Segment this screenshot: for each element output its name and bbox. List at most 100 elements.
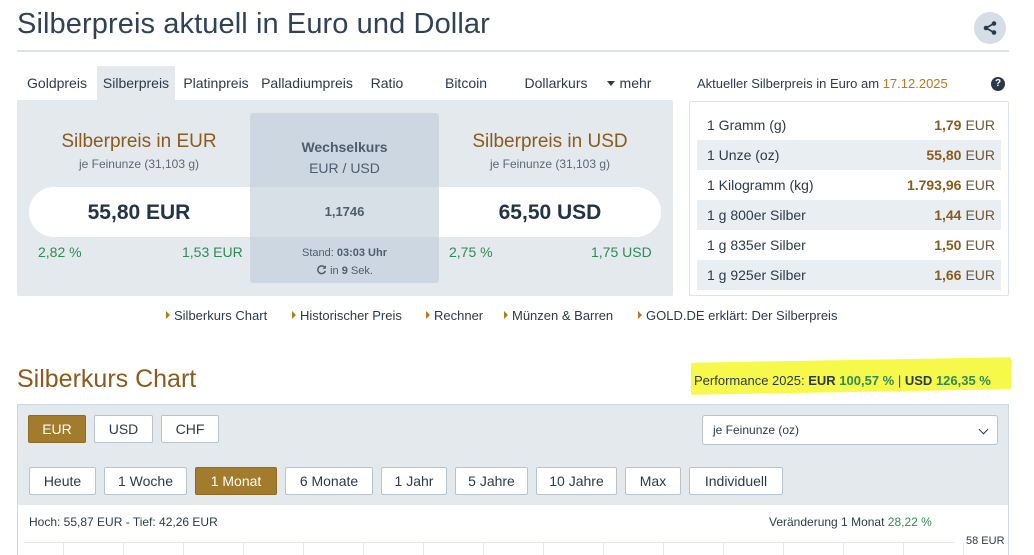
page-title: Silberpreis aktuell in Euro und Dollar xyxy=(17,8,490,40)
fx-stand-label: Stand: xyxy=(301,247,334,259)
row-currency: EUR xyxy=(965,237,995,253)
fx-stand-time: 03:03 Uhr xyxy=(336,247,387,259)
tab-mehr-label: mehr xyxy=(619,75,652,91)
link-label: GOLD.DE erklärt: Der Silberpreis xyxy=(646,308,838,323)
grid-line xyxy=(483,543,484,555)
range-button-1-woche[interactable]: 1 Woche xyxy=(104,467,187,495)
grid-line xyxy=(843,543,844,555)
metal-tabs: Goldpreis Silberpreis Platinpreis Pallad… xyxy=(17,66,661,100)
fx-rate: 1,1746 xyxy=(324,204,365,219)
currency-button-eur[interactable]: EUR xyxy=(28,415,86,443)
grid-line xyxy=(543,543,544,555)
tab-bitcoin[interactable]: Bitcoin xyxy=(417,66,515,100)
tab-ratio[interactable]: Ratio xyxy=(357,66,417,100)
table-row: 1 Unze (oz) 55,80 EUR xyxy=(697,140,1001,170)
row-currency: EUR xyxy=(965,267,995,283)
perf-eur-label: EUR xyxy=(808,373,836,388)
side-heading-text: Aktueller Silberpreis in Euro am xyxy=(697,76,880,91)
change-month-value: 28,22 % xyxy=(887,515,932,529)
perf-label: Performance 2025: xyxy=(694,373,805,388)
caret-down-icon xyxy=(606,81,615,86)
range-button-heute[interactable]: Heute xyxy=(29,467,96,495)
y-axis-tick: 58 EUR xyxy=(966,535,1005,547)
grid-line xyxy=(663,543,664,555)
row-label: 1 g 800er Silber xyxy=(707,207,806,223)
unit-select-value: je Feinunze (oz) xyxy=(713,423,800,437)
row-value: 1,66 xyxy=(934,267,962,283)
help-icon[interactable]: ? xyxy=(991,77,1005,91)
range-button-1-monat[interactable]: 1 Monat xyxy=(195,467,277,495)
row-currency: EUR xyxy=(965,177,995,193)
link-rechner[interactable]: Rechner xyxy=(426,308,483,323)
chart-title: Silberkurs Chart xyxy=(17,365,197,393)
fx-refresh-seconds: 9 xyxy=(341,265,348,277)
link-historischer-preis[interactable]: Historischer Preis xyxy=(292,308,402,323)
usd-price: 65,50 USD xyxy=(498,201,602,224)
link-muenzen-barren[interactable]: Münzen & Barren xyxy=(504,308,613,323)
row-currency: EUR xyxy=(965,147,995,163)
chart-panel: EUR USD CHF je Feinunze (oz) Heute 1 Woc… xyxy=(17,404,1009,555)
perf-eur-value: 100,57 % xyxy=(839,373,895,388)
tab-palladiumpreis[interactable]: Palladiumpreis xyxy=(257,66,357,100)
link-label: Rechner xyxy=(434,308,484,323)
range-button-6-monate[interactable]: 6 Monate xyxy=(285,467,373,495)
range-button-individuell[interactable]: Individuell xyxy=(689,467,783,495)
row-value: 1,44 xyxy=(934,207,962,223)
tab-platinpreis[interactable]: Platinpreis xyxy=(175,66,257,100)
fx-refresh: in 9 Sek. xyxy=(250,264,439,277)
fx-title: Wechselkurs xyxy=(301,139,388,155)
refresh-icon xyxy=(317,265,327,275)
row-value: 1.793,96 xyxy=(906,177,962,193)
fx-refresh-suffix: Sek. xyxy=(350,265,373,277)
triangle-right-icon xyxy=(504,311,508,319)
grid-line xyxy=(243,543,244,555)
link-erklaert[interactable]: GOLD.DE erklärt: Der Silberpreis xyxy=(638,308,837,323)
grid-line xyxy=(603,543,604,555)
triangle-right-icon xyxy=(166,311,170,319)
row-label: 1 Gramm (g) xyxy=(707,117,787,133)
row-value: 1,79 xyxy=(934,117,962,133)
triangle-right-icon xyxy=(638,311,642,319)
range-button-1-jahr[interactable]: 1 Jahr xyxy=(381,467,447,495)
link-silberkurs-chart[interactable]: Silberkurs Chart xyxy=(166,308,267,323)
eur-title: Silberpreis in EUR xyxy=(61,131,217,152)
usd-change-percent: 2,75 % xyxy=(449,244,493,260)
perf-separator: | xyxy=(897,373,902,388)
row-value: 55,80 xyxy=(926,147,962,163)
currency-button-chf[interactable]: CHF xyxy=(161,415,219,443)
tab-silberpreis[interactable]: Silberpreis xyxy=(97,66,175,100)
quick-links: Silberkurs Chart Historischer Preis Rech… xyxy=(0,308,1034,326)
tab-mehr[interactable]: mehr xyxy=(597,66,661,100)
fx-pair: EUR / USD xyxy=(309,160,380,176)
grid-line xyxy=(963,543,964,555)
high-low-text: Hoch: 55,87 EUR - Tief: 42,26 EUR xyxy=(29,515,218,529)
price-chart[interactable]: Hoch: 55,87 EUR - Tief: 42,26 EUR Veränd… xyxy=(18,505,1008,555)
usd-change-absolute: 1,75 USD xyxy=(591,244,652,260)
row-label: 1 g 925er Silber xyxy=(707,267,806,283)
range-button-5-jahre[interactable]: 5 Jahre xyxy=(455,467,528,495)
range-button-max[interactable]: Max xyxy=(625,467,681,495)
row-currency: EUR xyxy=(965,207,995,223)
range-button-10-jahre[interactable]: 10 Jahre xyxy=(536,467,617,495)
side-heading: Aktueller Silberpreis in Euro am 17.12.2… xyxy=(697,76,948,91)
triangle-right-icon xyxy=(426,311,430,319)
grid-line xyxy=(783,543,784,555)
grid-line xyxy=(63,543,64,555)
grid-line xyxy=(24,542,954,543)
grid-line xyxy=(123,543,124,555)
eur-subtitle: je Feinunze (31,103 g) xyxy=(78,157,200,171)
grid-line xyxy=(183,543,184,555)
row-currency: EUR xyxy=(965,117,995,133)
eur-change-percent: 2,82 % xyxy=(38,244,82,260)
row-label: 1 g 835er Silber xyxy=(707,237,806,253)
share-icon xyxy=(983,21,997,35)
unit-select[interactable]: je Feinunze (oz) xyxy=(702,415,998,445)
tab-dollarkurs[interactable]: Dollarkurs xyxy=(515,66,597,100)
grid-line xyxy=(903,543,904,555)
share-button[interactable] xyxy=(974,12,1006,44)
perf-usd-label: USD xyxy=(904,373,933,388)
currency-button-usd[interactable]: USD xyxy=(94,415,153,443)
eur-change-absolute: 1,53 EUR xyxy=(182,244,243,260)
perf-usd-value: 126,35 % xyxy=(935,373,991,388)
tab-goldpreis[interactable]: Goldpreis xyxy=(17,66,97,100)
